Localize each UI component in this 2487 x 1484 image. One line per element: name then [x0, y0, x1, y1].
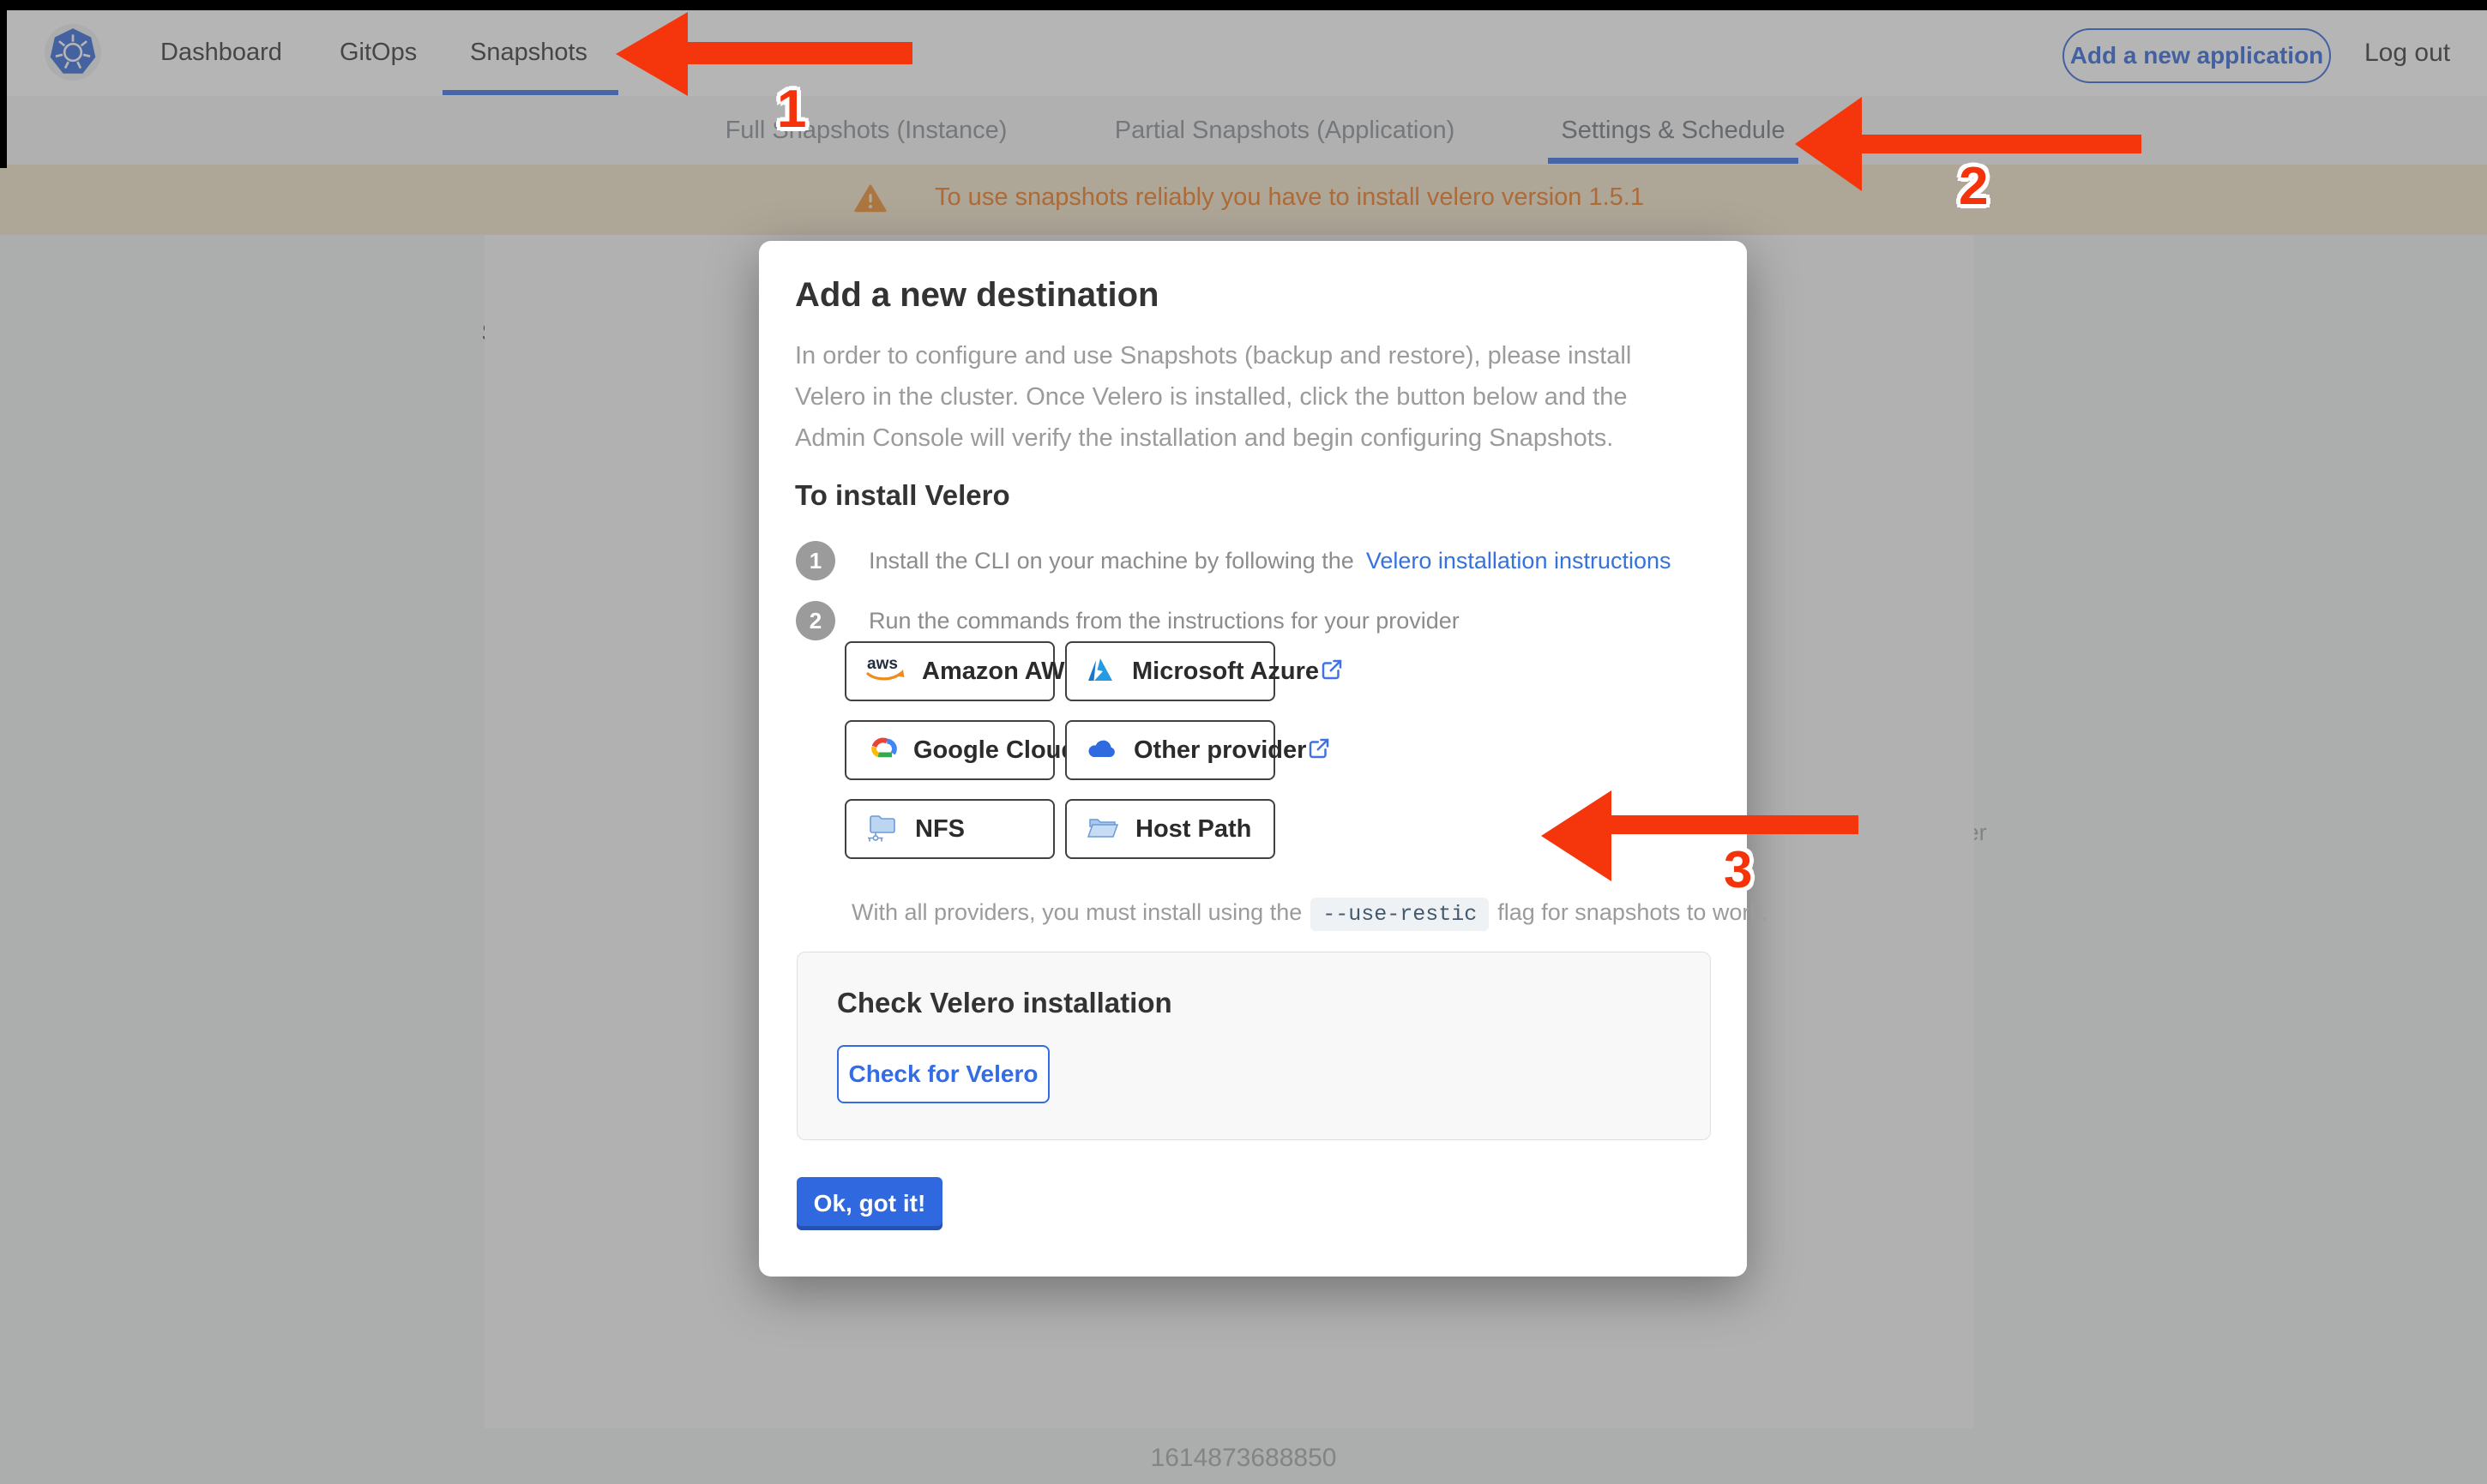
step-2-badge: 2	[796, 601, 835, 640]
arrow-2-tail	[1857, 135, 2141, 153]
annotation-number-2: 2	[1959, 157, 1989, 216]
folder-icon	[1086, 813, 1120, 846]
aws-icon: aws	[865, 654, 906, 689]
provider-nfs-button[interactable]: NFS	[845, 799, 1055, 859]
install-velero-heading: To install Velero	[795, 479, 1010, 511]
admin-console-screen: Dashboard GitOps Snapshots Add a new app…	[0, 0, 2487, 1484]
velero-instructions-link[interactable]: Velero installation instructions	[1366, 548, 1671, 574]
step-1-label: Install the CLI on your machine by follo…	[869, 548, 1354, 574]
arrow-3-tail	[1608, 815, 1858, 834]
azure-icon	[1086, 656, 1117, 688]
provider-label: Amazon AWS	[922, 657, 1081, 685]
provider-label: Microsoft Azure	[1132, 657, 1320, 685]
modal-description-line2: Velero in the cluster. Once Velero is in…	[795, 383, 1628, 411]
cloud-icon	[1086, 736, 1118, 766]
svg-text:aws: aws	[867, 655, 898, 673]
step-1-text: Install the CLI on your machine by follo…	[869, 548, 1671, 574]
check-velero-heading: Check Velero installation	[837, 987, 1172, 1018]
check-for-velero-button[interactable]: Check for Velero	[837, 1045, 1050, 1103]
provider-label: NFS	[915, 814, 965, 843]
arrow-1-tail	[683, 42, 912, 64]
modal-description-line3: Admin Console will verify the installati…	[795, 424, 1614, 452]
provider-grid: aws Amazon AWS Microsoft Azure Google Cl…	[845, 641, 1342, 859]
arrow-3-head-icon	[1541, 790, 1611, 881]
external-link-icon	[1319, 657, 1345, 687]
annotation-number-3: 3	[1724, 841, 1753, 898]
provider-google-cloud-button[interactable]: Google Cloud	[845, 720, 1099, 780]
add-destination-modal: Add a new destination In order to config…	[759, 241, 1767, 1277]
provider-label: Host Path	[1135, 814, 1252, 843]
provider-amazon-aws-button[interactable]: aws Amazon AWS	[845, 641, 1105, 701]
screen-left-strip	[0, 0, 7, 168]
arrow-2-head-icon	[1795, 97, 1862, 191]
check-velero-box: Check Velero installation Check for Vele…	[797, 952, 1711, 1140]
provider-other-button[interactable]: Other provider	[1065, 720, 1329, 780]
modal-title: Add a new destination	[795, 276, 1159, 314]
restic-note-prefix: With all providers, you must install usi…	[852, 899, 1303, 925]
annotation-number-1: 1	[777, 80, 807, 139]
provider-label: Other provider	[1134, 736, 1307, 764]
screen-top-strip	[0, 0, 2487, 10]
step-1-badge: 1	[796, 541, 835, 580]
google-cloud-icon	[865, 735, 898, 766]
external-link-icon	[1306, 736, 1332, 766]
restic-note-suffix: flag for snapshots to work.	[1497, 899, 1768, 925]
restic-note: With all providers, you must install usi…	[852, 898, 1767, 931]
restic-flag-code: --use-restic	[1310, 898, 1490, 931]
modal-description-line1: In order to configure and use Snapshots …	[795, 342, 1632, 369]
provider-host-path-button[interactable]: Host Path	[1065, 799, 1275, 859]
arrow-1-head-icon	[616, 12, 688, 96]
provider-label: Google Cloud	[913, 736, 1077, 764]
step-2-text: Run the commands from the instructions f…	[869, 608, 1460, 634]
ok-got-it-button[interactable]: Ok, got it!	[797, 1177, 942, 1230]
provider-microsoft-azure-button[interactable]: Microsoft Azure	[1065, 641, 1342, 701]
nfs-folder-icon	[865, 811, 900, 848]
